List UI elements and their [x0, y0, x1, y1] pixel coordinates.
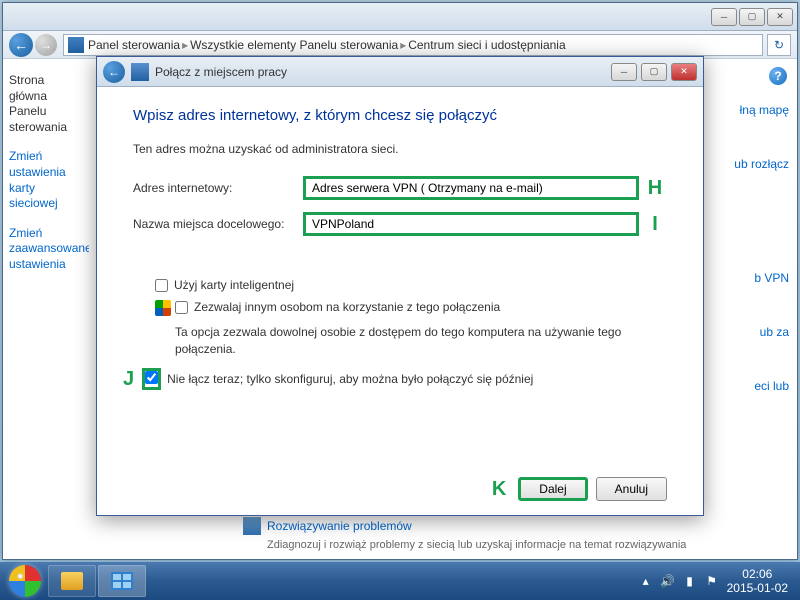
- taskbar: ▴ 🔊 ▮ ⚑ 02:06 2015-01-02: [0, 562, 800, 600]
- right-link[interactable]: b VPN: [719, 271, 789, 285]
- dialog-title-bar: ← Połącz z miejscem pracy ─ ▢ ✕: [97, 57, 703, 87]
- refresh-button[interactable]: ↻: [767, 34, 791, 56]
- options-group: Użyj karty inteligentnej Zezwalaj innym …: [155, 278, 667, 399]
- dialog-body: Wpisz adres internetowy, z którym chcesz…: [97, 87, 703, 515]
- troubleshoot-link[interactable]: Rozwiązywanie problemów: [243, 517, 686, 535]
- breadcrumb[interactable]: Panel sterowania ▸ Wszystkie elementy Pa…: [63, 34, 763, 56]
- troubleshoot-desc: Zdiagnozuj i rozwiąż problemy z siecią l…: [267, 539, 686, 551]
- close-button[interactable]: ✕: [767, 8, 793, 26]
- action-center-icon[interactable]: ⚑: [705, 574, 719, 588]
- clock-time: 02:06: [727, 567, 788, 581]
- marker-k: K: [492, 478, 506, 501]
- right-link[interactable]: eci lub: [719, 379, 789, 393]
- dont-connect-checkbox[interactable]: [145, 371, 158, 384]
- dialog-footer: K Dalej Anuluj: [133, 465, 667, 501]
- taskbar-explorer[interactable]: [48, 565, 96, 597]
- control-panel-icon: [68, 37, 84, 53]
- side-link-home[interactable]: Strona główna Panelu sterowania: [9, 73, 83, 135]
- right-panel: łną mapę ub rozłącz b VPN ub za eci lub: [719, 65, 789, 433]
- tray-up-icon[interactable]: ▴: [639, 574, 653, 588]
- connect-workplace-dialog: ← Połącz z miejscem pracy ─ ▢ ✕ Wpisz ad…: [96, 56, 704, 516]
- troubleshoot-label: Rozwiązywanie problemów: [267, 519, 412, 533]
- network-icon[interactable]: ▮: [683, 574, 697, 588]
- next-button[interactable]: Dalej: [518, 477, 587, 501]
- dont-connect-row: J Nie łącz teraz; tylko skonfiguruj, aby…: [123, 368, 667, 391]
- maximize-button[interactable]: ▢: [739, 8, 765, 26]
- breadcrumb-item[interactable]: Panel sterowania: [88, 38, 180, 52]
- side-link-adapter[interactable]: Zmień ustawienia karty sieciowej: [9, 149, 83, 211]
- windows-logo-icon: [9, 565, 41, 597]
- destination-name-input[interactable]: [303, 212, 639, 236]
- dialog-heading: Wpisz adres internetowy, z którym chcesz…: [133, 107, 667, 124]
- volume-icon[interactable]: 🔊: [661, 574, 675, 588]
- system-tray: ▴ 🔊 ▮ ⚑ 02:06 2015-01-02: [639, 567, 796, 596]
- dialog-close-button[interactable]: ✕: [671, 63, 697, 81]
- shield-icon: [155, 300, 171, 316]
- dialog-title: Połącz z miejscem pracy: [155, 65, 609, 79]
- right-link[interactable]: ub rozłącz: [719, 157, 789, 171]
- minimize-button[interactable]: ─: [711, 8, 737, 26]
- breadcrumb-item[interactable]: Centrum sieci i udostępniania: [408, 38, 565, 52]
- allow-others-checkbox[interactable]: [175, 301, 188, 314]
- right-link[interactable]: łną mapę: [719, 103, 789, 117]
- clock-date: 2015-01-02: [727, 581, 788, 595]
- chevron-right-icon: ▸: [182, 38, 188, 52]
- side-panel: Strona główna Panelu sterowania Zmień us…: [3, 59, 89, 559]
- breadcrumb-item[interactable]: Wszystkie elementy Panelu sterowania: [190, 38, 398, 52]
- taskbar-control-panel[interactable]: [98, 565, 146, 597]
- right-link[interactable]: ub za: [719, 325, 789, 339]
- nav-back-button[interactable]: ←: [9, 33, 33, 57]
- marker-i: I: [643, 213, 667, 236]
- smartcard-label: Użyj karty inteligentnej: [174, 278, 294, 292]
- dialog-desc: Ten adres można uzyskać od administrator…: [133, 142, 667, 156]
- allow-others-row: Zezwalaj innym osobom na korzystanie z t…: [155, 300, 667, 316]
- allow-others-desc: Ta opcja zezwala dowolnej osobie z dostę…: [175, 324, 667, 358]
- name-row: Nazwa miejsca docelowego: I: [133, 212, 667, 236]
- start-button[interactable]: [4, 562, 46, 600]
- workplace-icon: [131, 63, 149, 81]
- smartcard-checkbox[interactable]: [155, 279, 168, 292]
- checkbox-highlight: [142, 368, 161, 390]
- address-row: Adres internetowy: H: [133, 176, 667, 200]
- marker-h: H: [643, 177, 667, 200]
- cancel-button[interactable]: Anuluj: [596, 477, 667, 501]
- folder-icon: [61, 572, 83, 590]
- control-panel-icon: [111, 572, 133, 590]
- dialog-back-button[interactable]: ←: [103, 61, 125, 83]
- nav-bar: ← → Panel sterowania ▸ Wszystkie element…: [3, 31, 797, 59]
- bottom-section: Rozwiązywanie problemów Zdiagnozuj i roz…: [243, 517, 686, 551]
- side-link-sharing[interactable]: Zmień zaawansowane ustawienia: [9, 226, 83, 273]
- smartcard-check-row[interactable]: Użyj karty inteligentnej: [155, 278, 667, 292]
- dont-connect-label: Nie łącz teraz; tylko skonfiguruj, aby m…: [167, 372, 533, 386]
- marker-j: J: [123, 368, 134, 391]
- chevron-right-icon: ▸: [400, 38, 406, 52]
- clock[interactable]: 02:06 2015-01-02: [727, 567, 788, 596]
- destination-name-label: Nazwa miejsca docelowego:: [133, 217, 303, 231]
- title-bar: ─ ▢ ✕: [3, 3, 797, 31]
- troubleshoot-icon: [243, 517, 261, 535]
- nav-forward-button: →: [35, 34, 57, 56]
- internet-address-input[interactable]: [303, 176, 639, 200]
- allow-others-label: Zezwalaj innym osobom na korzystanie z t…: [194, 300, 500, 314]
- address-label: Adres internetowy:: [133, 181, 303, 195]
- dialog-minimize-button[interactable]: ─: [611, 63, 637, 81]
- dialog-maximize-button[interactable]: ▢: [641, 63, 667, 81]
